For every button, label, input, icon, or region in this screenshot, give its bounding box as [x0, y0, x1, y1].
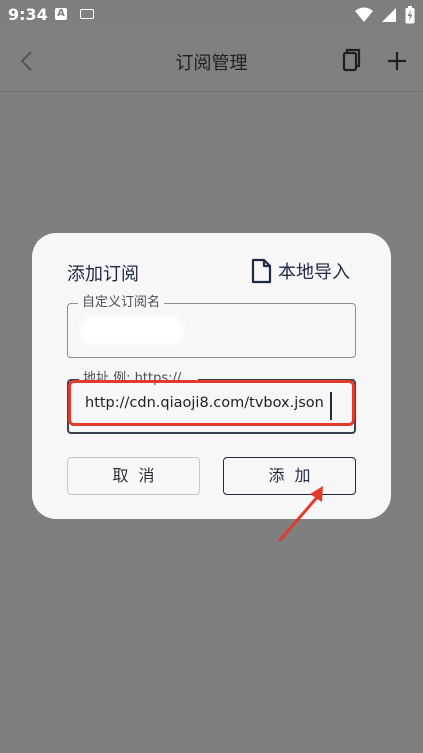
- redacted-name-value: [80, 316, 184, 346]
- highlight-annotation: [68, 380, 355, 426]
- clipboard-icon: [342, 48, 361, 72]
- status-time: 9:34: [8, 5, 48, 24]
- local-import-label: 本地导入: [278, 262, 350, 283]
- battery-icon: [405, 6, 415, 24]
- local-import-button[interactable]: 本地导入: [250, 257, 350, 285]
- pointer-arrow-icon: [278, 486, 323, 542]
- add-subscription-dialog: 添加订阅 本地导入 自定义订阅名 地址 例: https://... http:…: [32, 233, 391, 519]
- add-subscription-button[interactable]: [383, 47, 411, 75]
- subscription-name-field[interactable]: 自定义订阅名: [67, 295, 356, 358]
- notification-a-icon: A: [55, 8, 67, 20]
- status-indicators: [355, 6, 415, 24]
- status-bar: 9:34 A: [0, 0, 423, 30]
- signal-icon: [382, 8, 396, 22]
- cancel-button[interactable]: 取消: [67, 457, 200, 495]
- subscription-name-label: 自定义订阅名: [78, 295, 165, 311]
- wifi-icon: [355, 7, 373, 22]
- clipboard-button[interactable]: [336, 47, 364, 75]
- app-bar: 订阅管理: [0, 30, 423, 92]
- keyboard-icon: [80, 9, 94, 19]
- dialog-title: 添加订阅: [67, 264, 139, 285]
- file-icon: [251, 258, 272, 284]
- plus-icon: [388, 52, 406, 70]
